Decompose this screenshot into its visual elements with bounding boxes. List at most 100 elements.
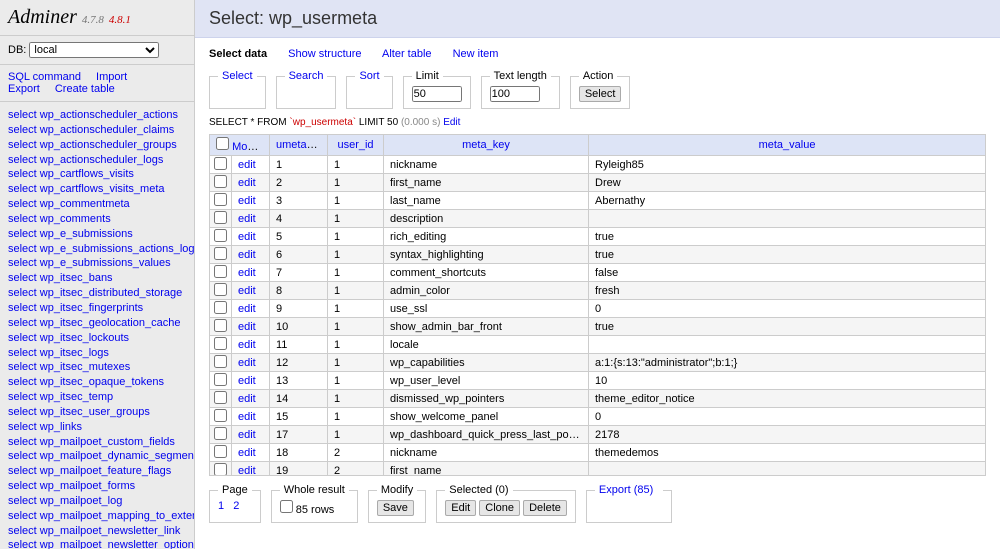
cell-umeta-id[interactable]: 11 <box>270 336 328 354</box>
cell-umeta-id[interactable]: 7 <box>270 264 328 282</box>
cell-user-id[interactable]: 1 <box>328 174 384 192</box>
cell-meta-key[interactable]: last_name <box>384 192 589 210</box>
sidebar-table-link[interactable]: select wp_itsec_temp <box>8 390 194 405</box>
cell-meta-value[interactable]: 2178 <box>589 426 986 444</box>
cell-meta-value[interactable]: themedemos <box>589 444 986 462</box>
db-select[interactable]: local <box>29 42 159 58</box>
cell-umeta-id[interactable]: 4 <box>270 210 328 228</box>
sidebar-table-link[interactable]: select wp_cartflows_visits_meta <box>8 182 194 197</box>
cell-user-id[interactable]: 1 <box>328 372 384 390</box>
sidebar-table-link[interactable]: select wp_commentmeta <box>8 197 194 212</box>
cell-meta-key[interactable]: first_name <box>384 174 589 192</box>
cell-user-id[interactable]: 1 <box>328 408 384 426</box>
cell-meta-key[interactable]: first_name <box>384 462 589 477</box>
cell-meta-key[interactable]: use_ssl <box>384 300 589 318</box>
row-checkbox[interactable] <box>214 427 227 440</box>
modify-link[interactable]: Modify <box>232 141 264 153</box>
sidebar-table-link[interactable]: select wp_mailpoet_dynamic_segment <box>8 449 194 464</box>
cell-user-id[interactable]: 1 <box>328 264 384 282</box>
sidebar-table-link[interactable]: select wp_itsec_mutexes <box>8 360 194 375</box>
cell-meta-value[interactable]: 10 <box>589 372 986 390</box>
cell-user-id[interactable]: 1 <box>328 390 384 408</box>
cell-user-id[interactable]: 1 <box>328 426 384 444</box>
cell-user-id[interactable]: 1 <box>328 318 384 336</box>
cell-meta-value[interactable]: true <box>589 246 986 264</box>
sidebar-table-link[interactable]: select wp_itsec_opaque_tokens <box>8 375 194 390</box>
cell-meta-value[interactable]: true <box>589 228 986 246</box>
sidebar-table-link[interactable]: select wp_mailpoet_log <box>8 494 194 509</box>
sidebar-table-link[interactable]: select wp_actionscheduler_actions <box>8 108 194 123</box>
row-checkbox[interactable] <box>214 319 227 332</box>
cell-meta-key[interactable]: syntax_highlighting <box>384 246 589 264</box>
cell-umeta-id[interactable]: 12 <box>270 354 328 372</box>
tab-select-data[interactable]: Select data <box>209 48 267 60</box>
row-checkbox[interactable] <box>214 355 227 368</box>
sidebar-table-link[interactable]: select wp_mailpoet_newsletter_link <box>8 524 194 539</box>
sidebar-table-link[interactable]: select wp_itsec_bans <box>8 271 194 286</box>
cell-meta-key[interactable]: wp_user_level <box>384 372 589 390</box>
count-rows-checkbox[interactable] <box>280 500 293 513</box>
page-2-link[interactable]: 2 <box>233 500 239 512</box>
row-checkbox[interactable] <box>214 445 227 458</box>
row-edit-link[interactable]: edit <box>238 429 256 441</box>
cell-user-id[interactable]: 1 <box>328 210 384 228</box>
sidebar-table-link[interactable]: select wp_cartflows_visits <box>8 167 194 182</box>
cell-meta-key[interactable]: nickname <box>384 156 589 174</box>
cell-meta-value[interactable]: fresh <box>589 282 986 300</box>
cell-user-id[interactable]: 1 <box>328 246 384 264</box>
row-checkbox[interactable] <box>214 337 227 350</box>
cell-meta-key[interactable]: show_admin_bar_front <box>384 318 589 336</box>
legend-search[interactable]: Search <box>289 70 324 82</box>
sql-edit-link[interactable]: Edit <box>443 117 460 128</box>
cell-meta-value[interactable]: 0 <box>589 408 986 426</box>
cell-meta-value[interactable]: Drew <box>589 174 986 192</box>
sidebar-table-link[interactable]: select wp_links <box>8 420 194 435</box>
row-checkbox[interactable] <box>214 283 227 296</box>
link-create-table[interactable]: Create table <box>55 83 115 95</box>
sidebar-table-link[interactable]: select wp_mailpoet_mapping_to_external <box>8 509 194 524</box>
check-all[interactable] <box>216 137 229 150</box>
cell-user-id[interactable]: 1 <box>328 156 384 174</box>
cell-meta-value[interactable]: Abernathy <box>589 192 986 210</box>
save-button[interactable] <box>377 500 414 516</box>
row-checkbox[interactable] <box>214 175 227 188</box>
cell-umeta-id[interactable]: 17 <box>270 426 328 444</box>
legend-select[interactable]: Select <box>222 70 253 82</box>
row-edit-link[interactable]: edit <box>238 231 256 243</box>
row-edit-link[interactable]: edit <box>238 267 256 279</box>
cell-umeta-id[interactable]: 14 <box>270 390 328 408</box>
cell-user-id[interactable]: 2 <box>328 462 384 477</box>
sidebar-table-link[interactable]: select wp_itsec_logs <box>8 346 194 361</box>
text-length-input[interactable] <box>490 86 540 102</box>
cell-meta-value[interactable] <box>589 336 986 354</box>
row-edit-link[interactable]: edit <box>238 411 256 423</box>
cell-meta-value[interactable] <box>589 210 986 228</box>
sidebar-table-link[interactable]: select wp_actionscheduler_claims <box>8 123 194 138</box>
cell-meta-key[interactable]: wp_capabilities <box>384 354 589 372</box>
col-meta-key[interactable]: meta_key <box>462 139 510 151</box>
col-user-id[interactable]: user_id <box>337 139 373 151</box>
tab-alter-table[interactable]: Alter table <box>382 48 432 60</box>
row-edit-link[interactable]: edit <box>238 465 256 477</box>
sidebar-table-link[interactable]: select wp_comments <box>8 212 194 227</box>
delete-selected-button[interactable] <box>523 500 567 516</box>
cell-umeta-id[interactable]: 15 <box>270 408 328 426</box>
cell-meta-value[interactable] <box>589 462 986 477</box>
row-checkbox[interactable] <box>214 157 227 170</box>
cell-user-id[interactable]: 1 <box>328 192 384 210</box>
row-edit-link[interactable]: edit <box>238 249 256 261</box>
cell-user-id[interactable]: 1 <box>328 228 384 246</box>
row-checkbox[interactable] <box>214 463 227 476</box>
cell-umeta-id[interactable]: 8 <box>270 282 328 300</box>
row-edit-link[interactable]: edit <box>238 447 256 459</box>
row-edit-link[interactable]: edit <box>238 375 256 387</box>
sidebar-table-link[interactable]: select wp_e_submissions_actions_log <box>8 242 194 257</box>
link-sql-command[interactable]: SQL command <box>8 71 81 83</box>
row-checkbox[interactable] <box>214 391 227 404</box>
legend-export[interactable]: Export (85) <box>599 484 653 496</box>
sidebar-table-link[interactable]: select wp_e_submissions <box>8 227 194 242</box>
cell-meta-key[interactable]: locale <box>384 336 589 354</box>
sidebar-table-link[interactable]: select wp_actionscheduler_groups <box>8 138 194 153</box>
sidebar-table-link[interactable]: select wp_mailpoet_feature_flags <box>8 464 194 479</box>
link-import[interactable]: Import <box>96 71 127 83</box>
